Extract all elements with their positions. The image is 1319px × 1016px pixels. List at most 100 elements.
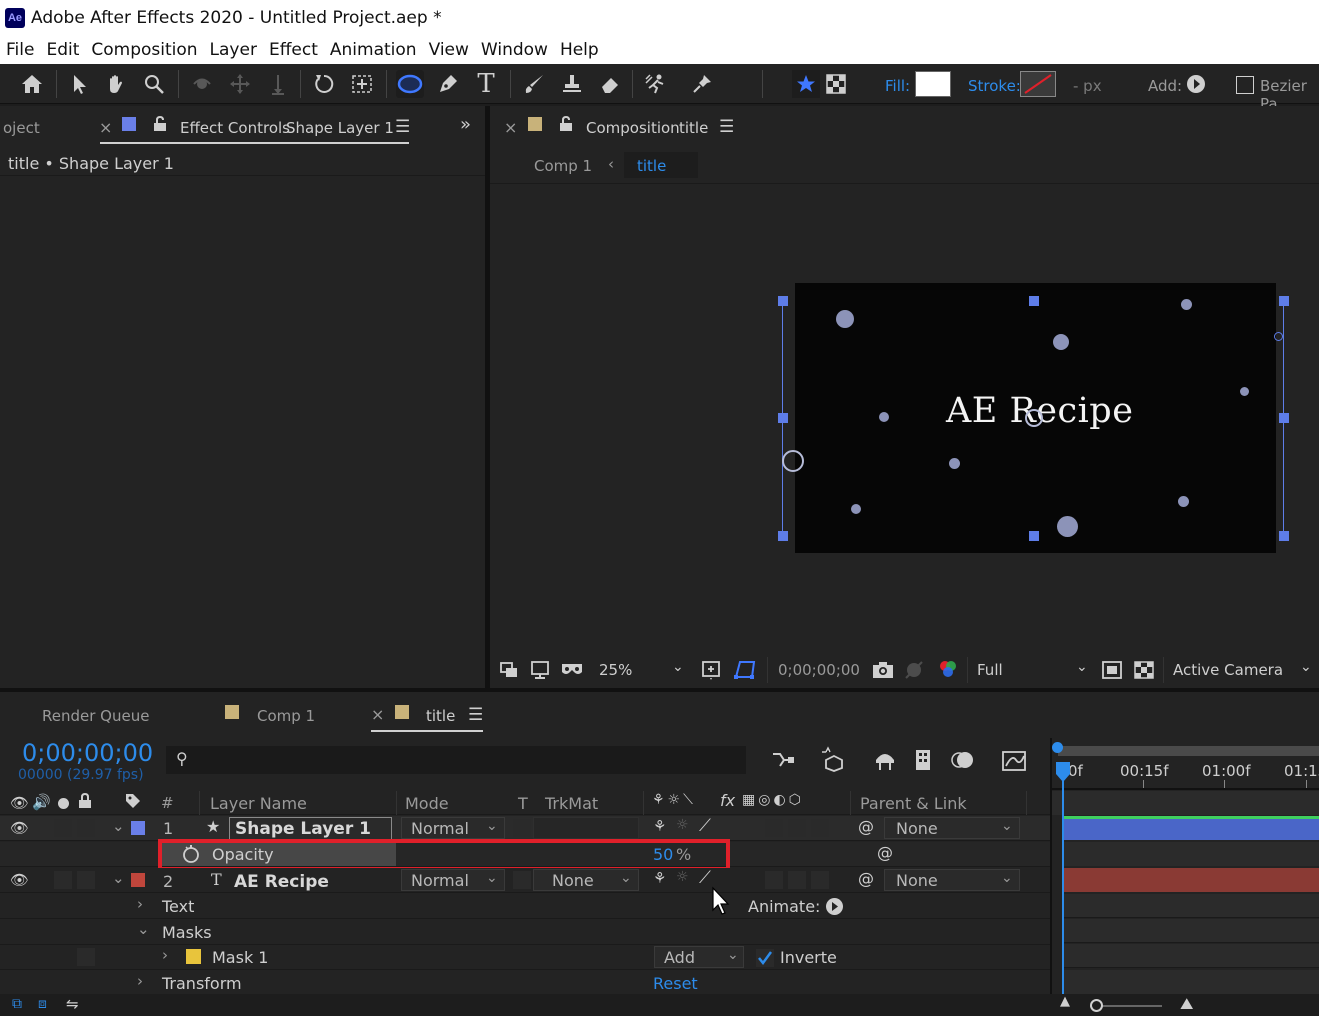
menu-effect[interactable]: Effect: [263, 40, 324, 60]
current-time-display[interactable]: 0;00;00;00: [767, 657, 862, 683]
layer-label-color[interactable]: [131, 873, 145, 887]
roto-brush-tool-icon[interactable]: [642, 70, 670, 98]
fill-color-swatch[interactable]: [915, 71, 951, 97]
close-icon[interactable]: ×: [504, 118, 517, 137]
motion-blur-switch[interactable]: [788, 819, 806, 837]
motion-blur-switch[interactable]: [788, 871, 806, 889]
work-area-start-handle[interactable]: [1052, 742, 1063, 753]
transform-handle[interactable]: [1279, 531, 1289, 541]
in-out-toggle-icon[interactable]: ⇋: [66, 995, 79, 1013]
menu-composition[interactable]: Composition: [85, 40, 203, 60]
layer-bounding-box[interactable]: [782, 300, 1284, 536]
menu-edit[interactable]: Edit: [40, 40, 85, 60]
chevron-right-icon[interactable]: ›: [137, 895, 143, 913]
shy-layers-icon[interactable]: [872, 748, 898, 772]
mask-name[interactable]: Mask 1: [212, 948, 268, 967]
comp-crumb-comp1[interactable]: Comp 1: [534, 157, 592, 175]
menu-help[interactable]: Help: [554, 40, 605, 60]
layer-1-duration-bar[interactable]: [1064, 816, 1319, 840]
chevron-down-icon[interactable]: ⌄: [112, 869, 125, 887]
bezier-path-checkbox[interactable]: [1236, 76, 1254, 94]
close-icon[interactable]: ×: [99, 118, 112, 137]
text-group-row[interactable]: › Text Animate:: [0, 894, 1050, 919]
resolution-dropdown[interactable]: Full ⌄: [967, 657, 1093, 683]
panel-menu-icon[interactable]: ☰: [468, 705, 483, 725]
inverted-checkbox[interactable]: [756, 949, 774, 967]
edge-point-handle[interactable]: [1274, 332, 1283, 341]
vr-mask-icon[interactable]: [560, 660, 584, 680]
home-icon[interactable]: [18, 70, 46, 98]
transparency-grid-icon[interactable]: [1133, 660, 1155, 680]
type-tool-icon[interactable]: T: [472, 69, 500, 99]
layer-name[interactable]: AE Recipe: [234, 872, 329, 892]
visibility-eye-icon[interactable]: 👁: [10, 871, 29, 889]
work-area-bar[interactable]: [1058, 746, 1319, 756]
pickwhip-icon[interactable]: @: [858, 817, 874, 836]
tab-comp1[interactable]: Comp 1: [257, 707, 315, 725]
menu-animation[interactable]: Animation: [324, 40, 423, 60]
opacity-keyframe-row[interactable]: [1064, 842, 1319, 866]
panel-menu-icon[interactable]: ☰: [719, 117, 734, 137]
layer-name[interactable]: Shape Layer 1: [235, 819, 371, 839]
solo-header-icon[interactable]: [58, 798, 69, 809]
transform-handle[interactable]: [778, 296, 788, 306]
chevron-left-icon[interactable]: ‹: [608, 155, 614, 173]
lock-icon[interactable]: [559, 115, 573, 136]
pen-tool-icon[interactable]: [434, 70, 462, 98]
transform-handle[interactable]: [1279, 413, 1289, 423]
layer-2-duration-bar[interactable]: [1064, 868, 1319, 892]
comp-crumb-title-box[interactable]: title: [624, 152, 698, 178]
draft-3d-icon[interactable]: [820, 746, 848, 772]
effect-controls-target[interactable]: Shape Layer 1: [286, 119, 394, 137]
close-icon[interactable]: ×: [371, 705, 384, 724]
3d-layer-switch[interactable]: [811, 871, 829, 889]
stroke-label[interactable]: Stroke:: [968, 77, 1021, 95]
solo-switch[interactable]: [54, 871, 72, 889]
overflow-chevron-icon[interactable]: »: [460, 114, 471, 135]
mask-1-row[interactable]: › Mask 1 Add ⌄ Inverte: [0, 945, 1050, 970]
color-channels-icon[interactable]: [936, 658, 960, 682]
star-tool-icon[interactable]: [792, 70, 820, 98]
motion-blur-icon[interactable]: [950, 748, 976, 772]
mask-mode-dropdown[interactable]: Add ⌄: [654, 946, 744, 968]
3d-layer-switch[interactable]: [811, 819, 829, 837]
ellipse-tool-icon[interactable]: [396, 70, 424, 98]
composition-tab-label[interactable]: Composition: [586, 119, 680, 137]
grid-guide-icon[interactable]: [700, 659, 722, 681]
stroke-width-value[interactable]: - px: [1073, 77, 1102, 95]
comp-crumb-title[interactable]: title: [637, 157, 666, 175]
hand-tool-icon[interactable]: [102, 70, 130, 98]
audio-header-icon[interactable]: 🔊: [32, 793, 51, 811]
transform-handle[interactable]: [1029, 296, 1039, 306]
shy-switch-icon[interactable]: ⚘: [653, 869, 666, 887]
pan-behind-tool-icon[interactable]: [348, 70, 376, 98]
chevron-right-icon[interactable]: ›: [162, 946, 168, 964]
quality-switch-icon[interactable]: ⟋: [699, 816, 711, 836]
eraser-tool-icon[interactable]: [596, 70, 624, 98]
lock-switch[interactable]: [77, 819, 95, 837]
viewer-timecode[interactable]: 0;00;00;00: [778, 661, 860, 679]
playhead-handle[interactable]: [1056, 762, 1070, 782]
layer-name-field[interactable]: Shape Layer 1: [229, 817, 392, 840]
zoom-slider-thumb[interactable]: [1090, 999, 1103, 1012]
mode-dropdown[interactable]: Normal ⌄: [401, 869, 505, 891]
snapshot-camera-icon[interactable]: [871, 660, 895, 680]
current-time[interactable]: 0;00;00;00: [22, 739, 153, 767]
pan-camera-tool-icon[interactable]: [226, 70, 254, 98]
tab-title[interactable]: title: [426, 707, 455, 725]
transparency-grid-icon[interactable]: [822, 70, 850, 98]
zoom-in-mountain-icon[interactable]: ⛰: [1180, 994, 1193, 1014]
solo-switch[interactable]: [54, 819, 72, 837]
collapse-switch-icon[interactable]: ☼: [676, 869, 689, 885]
preserve-transparency-switch[interactable]: [513, 819, 531, 837]
show-snapshot-icon[interactable]: [902, 660, 926, 680]
quality-switch-icon[interactable]: ⟋: [699, 868, 711, 888]
mode-dropdown[interactable]: Normal ⌄: [401, 817, 505, 839]
stroke-color-swatch[interactable]: [1020, 71, 1056, 97]
layer-label-color[interactable]: [131, 821, 145, 835]
transform-handle[interactable]: [1279, 296, 1289, 306]
chevron-down-icon[interactable]: ⌄: [137, 920, 150, 938]
effect-switch[interactable]: [765, 871, 783, 889]
menu-view[interactable]: View: [423, 40, 475, 60]
project-tab[interactable]: oject: [3, 119, 40, 137]
